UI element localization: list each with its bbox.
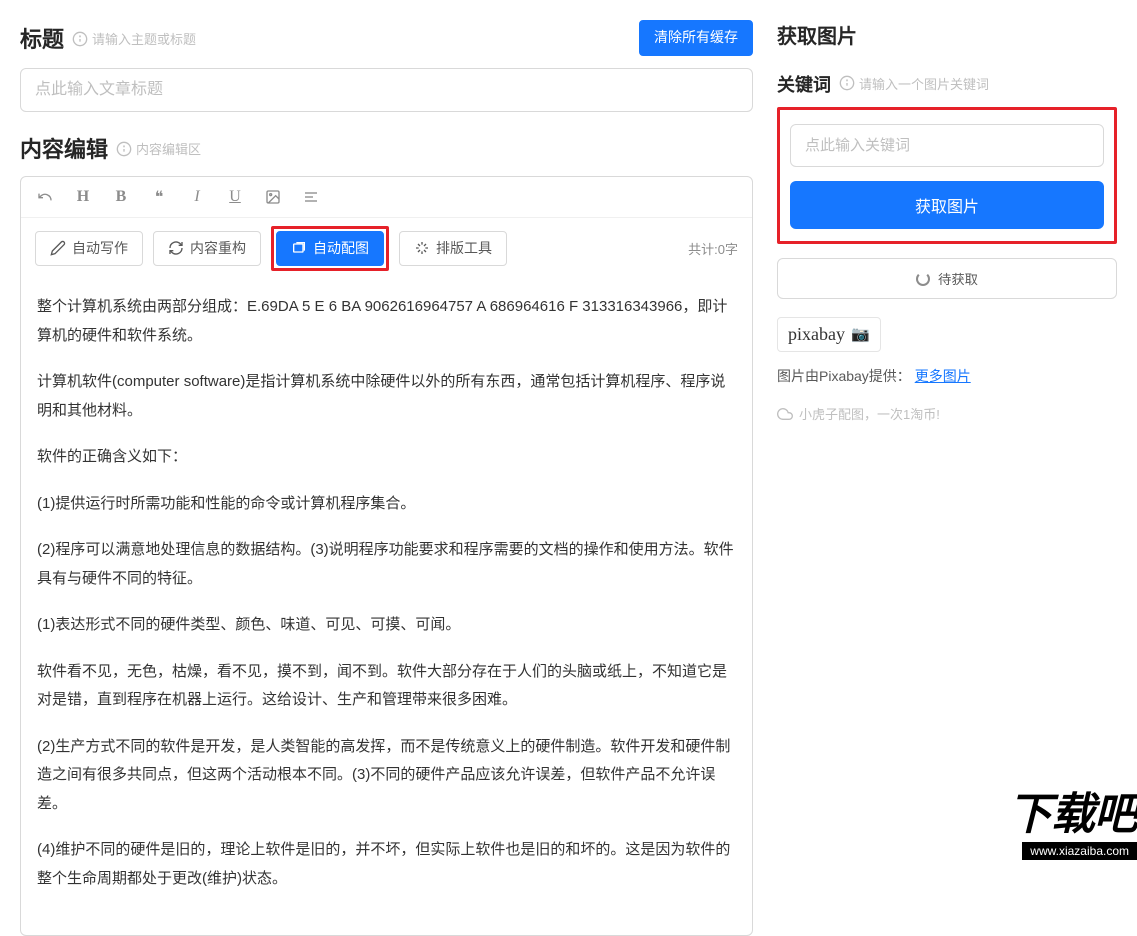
keyword-hint: 请输入一个图片关键词 xyxy=(839,74,989,93)
image-pair-icon xyxy=(291,240,307,256)
cloud-icon xyxy=(777,406,793,422)
content-paragraph: (1)提供运行时所需功能和性能的命令或计算机程序集合。 xyxy=(37,490,736,519)
image-icon[interactable] xyxy=(263,189,283,205)
layout-tools-button[interactable]: 排版工具 xyxy=(399,231,507,267)
provider-line: 图片由Pixabay提供： 更多图片 xyxy=(777,366,1117,386)
sparkle-icon xyxy=(414,240,430,256)
content-paragraph: 软件的正确含义如下： xyxy=(37,443,736,472)
pencil-icon xyxy=(50,240,66,256)
pixabay-badge: pixabay 📷 xyxy=(777,317,881,352)
info-icon xyxy=(72,31,88,47)
auto-image-button[interactable]: 自动配图 xyxy=(276,231,384,267)
action-toolbar: 自动写作 内容重构 自动配图 排版工具 xyxy=(35,226,507,272)
info-icon xyxy=(839,75,855,91)
content-paragraph: (4)维护不同的硬件是旧的，理论上软件是旧的，并不坏，但实际上软件也是旧的和坏的… xyxy=(37,836,736,893)
restructure-button[interactable]: 内容重构 xyxy=(153,231,261,267)
content-paragraph: 整个计算机系统由两部分组成：E.69DA 5 E 6 BA 9062616964… xyxy=(37,293,736,350)
title-hint: 请输入主题或标题 xyxy=(72,29,196,48)
word-counter: 共计:0字 xyxy=(688,239,738,258)
content-paragraph: 计算机软件(computer software)是指计算机系统中除硬件以外的所有… xyxy=(37,368,736,425)
underline-icon[interactable]: U xyxy=(225,188,245,206)
quote-icon[interactable]: ❝ xyxy=(149,187,169,207)
format-toolbar: H B ❝ I U xyxy=(21,177,752,218)
camera-icon: 📷 xyxy=(851,325,870,344)
content-section-label: 内容编辑 xyxy=(20,132,108,164)
article-title-input[interactable] xyxy=(20,68,753,112)
title-section-label: 标题 xyxy=(20,22,64,54)
sidebar: 获取图片 关键词 请输入一个图片关键词 获取图片 待获取 pixabay 📷 xyxy=(777,20,1117,936)
content-paragraph: (1)表达形式不同的硬件类型、颜色、味道、可见、可摸、可闻。 xyxy=(37,611,736,640)
content-editor[interactable]: 整个计算机系统由两部分组成：E.69DA 5 E 6 BA 9062616964… xyxy=(21,279,752,935)
undo-icon[interactable] xyxy=(35,189,55,205)
italic-icon[interactable]: I xyxy=(187,188,207,206)
footer-note: 小虎子配图，一次1淘币! xyxy=(777,404,1117,423)
pending-button[interactable]: 待获取 xyxy=(777,258,1117,299)
content-hint: 内容编辑区 xyxy=(116,139,201,158)
get-image-button[interactable]: 获取图片 xyxy=(790,181,1104,229)
content-paragraph: (2)程序可以满意地处理信息的数据结构。(3)说明程序功能要求和程序需要的文档的… xyxy=(37,536,736,593)
content-paragraph: 软件看不见，无色，枯燥，看不见，摸不到，闻不到。软件大部分存在于人们的头脑或纸上… xyxy=(37,658,736,715)
spinner-icon xyxy=(916,272,930,286)
keyword-input[interactable] xyxy=(790,124,1104,167)
more-images-link[interactable]: 更多图片 xyxy=(915,368,971,384)
align-left-icon[interactable] xyxy=(301,189,321,205)
clear-cache-button[interactable]: 清除所有缓存 xyxy=(639,20,753,56)
auto-write-button[interactable]: 自动写作 xyxy=(35,231,143,267)
keyword-highlight-box: 获取图片 xyxy=(777,107,1117,244)
heading-icon[interactable]: H xyxy=(73,188,93,206)
keyword-label: 关键词 xyxy=(777,71,831,97)
content-paragraph: (2)生产方式不同的软件是开发，是人类智能的高发挥，而不是传统意义上的硬件制造。… xyxy=(37,733,736,819)
refresh-icon xyxy=(168,240,184,256)
info-icon xyxy=(116,141,132,157)
get-image-title: 获取图片 xyxy=(777,20,1117,49)
bold-icon[interactable]: B xyxy=(111,188,131,206)
editor-box: H B ❝ I U 自动写作 内容重构 xyxy=(20,176,753,936)
auto-image-highlight: 自动配图 xyxy=(271,226,389,272)
main-column: 标题 请输入主题或标题 清除所有缓存 内容编辑 内容编辑区 H xyxy=(20,20,777,936)
